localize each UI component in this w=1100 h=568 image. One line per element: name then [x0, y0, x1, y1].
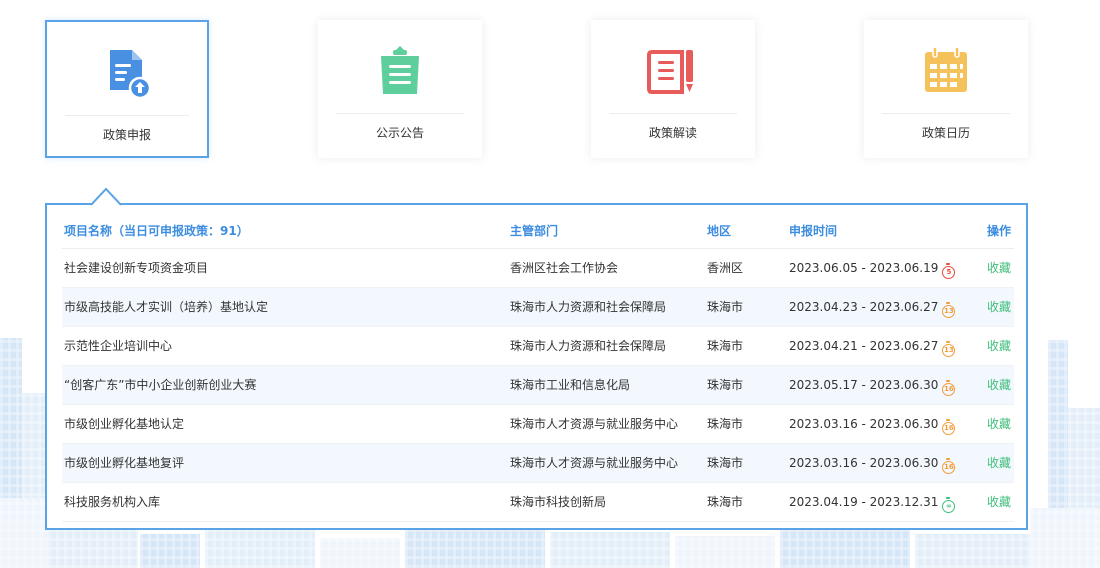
header-apply-time: 申报时间 — [789, 224, 838, 238]
nav-card-policy-apply[interactable]: 政策申报 — [45, 20, 209, 158]
favorite-link[interactable]: 收藏 — [987, 366, 1011, 404]
nav-card-label: 政策申报 — [102, 128, 151, 142]
row-department: 珠海市人力资源和社会保障局 — [510, 339, 667, 353]
book-pen-icon — [647, 50, 693, 94]
favorite-link[interactable]: 收藏 — [987, 327, 1011, 365]
favorite-link[interactable]: 收藏 — [987, 405, 1011, 443]
row-department: 珠海市人才资源与就业服务中心 — [510, 417, 679, 431]
policy-table: 项目名称（当日可申报政策：91） 主管部门 地区 申报时间 操作 社会建设创新专… — [62, 213, 1014, 522]
countdown-timer-icon: 5 — [942, 263, 956, 279]
nav-card-label: 政策解读 — [648, 126, 697, 140]
card-divider — [609, 113, 737, 114]
panel-pointer-arrow — [91, 187, 121, 206]
row-apply-time: 2023.03.16 - 2023.06.30 16 — [789, 444, 956, 482]
row-region: 珠海市 — [707, 417, 744, 431]
row-department: 香洲区社会工作协会 — [510, 261, 619, 275]
row-apply-time: 2023.04.19 - 2023.12.31 ∞ — [789, 483, 956, 521]
row-region: 珠海市 — [707, 378, 744, 392]
nav-card-label: 公示公告 — [375, 126, 424, 140]
row-department: 珠海市工业和信息化局 — [510, 378, 631, 392]
calendar-icon — [925, 46, 967, 92]
row-project-name[interactable]: 社会建设创新专项资金项目 — [64, 249, 208, 287]
row-project-name[interactable]: 市级高技能人才实训（培养）基地认定 — [64, 288, 268, 326]
row-department: 珠海市科技创新局 — [510, 495, 607, 509]
card-divider — [336, 113, 464, 114]
document-upload-icon — [110, 50, 152, 100]
row-project-name[interactable]: 市级创业孵化基地认定 — [64, 405, 184, 443]
row-apply-time: 2023.05.17 - 2023.06.30 16 — [789, 366, 956, 404]
countdown-timer-icon: ∞ — [942, 497, 956, 513]
row-time-range: 2023.04.23 - 2023.06.27 — [789, 300, 939, 314]
countdown-timer-icon: 13 — [942, 302, 956, 318]
countdown-timer-icon: 16 — [942, 458, 956, 474]
clipboard-list-icon — [381, 46, 419, 94]
row-project-name[interactable]: 科技服务机构入库 — [64, 483, 160, 521]
favorite-link[interactable]: 收藏 — [987, 483, 1011, 521]
nav-card-policy-interpretation[interactable]: 政策解读 — [591, 20, 755, 158]
nav-card-label: 政策日历 — [921, 126, 970, 140]
row-apply-time: 2023.03.16 - 2023.06.30 16 — [789, 405, 956, 443]
table-row[interactable]: “创客广东”市中小企业创新创业大赛 珠海市工业和信息化局 珠海市 2023.05… — [62, 366, 1014, 405]
policy-list-panel: 项目名称（当日可申报政策：91） 主管部门 地区 申报时间 操作 社会建设创新专… — [45, 203, 1028, 530]
row-apply-time: 2023.04.23 - 2023.06.27 13 — [789, 288, 956, 326]
row-project-name[interactable]: 市级创业孵化基地复评 — [64, 444, 184, 482]
header-region: 地区 — [707, 224, 732, 238]
row-apply-time: 2023.04.21 - 2023.06.27 13 — [789, 327, 956, 365]
row-department: 珠海市人才资源与就业服务中心 — [510, 456, 679, 470]
row-region: 珠海市 — [707, 339, 744, 353]
row-apply-time: 2023.06.05 - 2023.06.19 5 — [789, 249, 956, 287]
nav-card-announcement[interactable]: 公示公告 — [318, 20, 482, 158]
row-region: 珠海市 — [707, 495, 744, 509]
row-time-range: 2023.03.16 - 2023.06.30 — [789, 456, 939, 470]
row-time-range: 2023.04.19 - 2023.12.31 — [789, 495, 939, 509]
countdown-timer-icon: 16 — [942, 380, 956, 396]
table-row[interactable]: 市级创业孵化基地复评 珠海市人才资源与就业服务中心 珠海市 2023.03.16… — [62, 444, 1014, 483]
row-project-name[interactable]: “创客广东”市中小企业创新创业大赛 — [64, 366, 256, 404]
row-region: 珠海市 — [707, 456, 744, 470]
countdown-timer-icon: 13 — [942, 341, 956, 357]
row-department: 珠海市人力资源和社会保障局 — [510, 300, 667, 314]
table-row[interactable]: 示范性企业培训中心 珠海市人力资源和社会保障局 珠海市 2023.04.21 -… — [62, 327, 1014, 366]
row-time-range: 2023.06.05 - 2023.06.19 — [789, 261, 939, 275]
favorite-link[interactable]: 收藏 — [987, 288, 1011, 326]
table-row[interactable]: 市级高技能人才实训（培养）基地认定 珠海市人力资源和社会保障局 珠海市 2023… — [62, 288, 1014, 327]
nav-card-policy-calendar[interactable]: 政策日历 — [864, 20, 1028, 158]
row-region: 珠海市 — [707, 300, 744, 314]
table-row[interactable]: 市级创业孵化基地认定 珠海市人才资源与就业服务中心 珠海市 2023.03.16… — [62, 405, 1014, 444]
row-time-range: 2023.05.17 - 2023.06.30 — [789, 378, 939, 392]
table-header-row: 项目名称（当日可申报政策：91） 主管部门 地区 申报时间 操作 — [62, 213, 1014, 249]
favorite-link[interactable]: 收藏 — [987, 249, 1011, 287]
header-department: 主管部门 — [510, 224, 559, 238]
row-project-name[interactable]: 示范性企业培训中心 — [64, 327, 172, 365]
countdown-timer-icon: 16 — [942, 419, 956, 435]
row-region: 香洲区 — [707, 261, 744, 275]
row-time-range: 2023.03.16 - 2023.06.30 — [789, 417, 939, 431]
row-time-range: 2023.04.21 - 2023.06.27 — [789, 339, 939, 353]
table-row[interactable]: 社会建设创新专项资金项目 香洲区社会工作协会 香洲区 2023.06.05 - … — [62, 249, 1014, 288]
card-divider — [65, 115, 189, 116]
header-action: 操作 — [987, 224, 1012, 238]
favorite-link[interactable]: 收藏 — [987, 444, 1011, 482]
card-divider — [882, 113, 1010, 114]
header-project-name: 项目名称（当日可申报政策：91） — [64, 224, 249, 238]
table-row[interactable]: 科技服务机构入库 珠海市科技创新局 珠海市 2023.04.19 - 2023.… — [62, 483, 1014, 522]
